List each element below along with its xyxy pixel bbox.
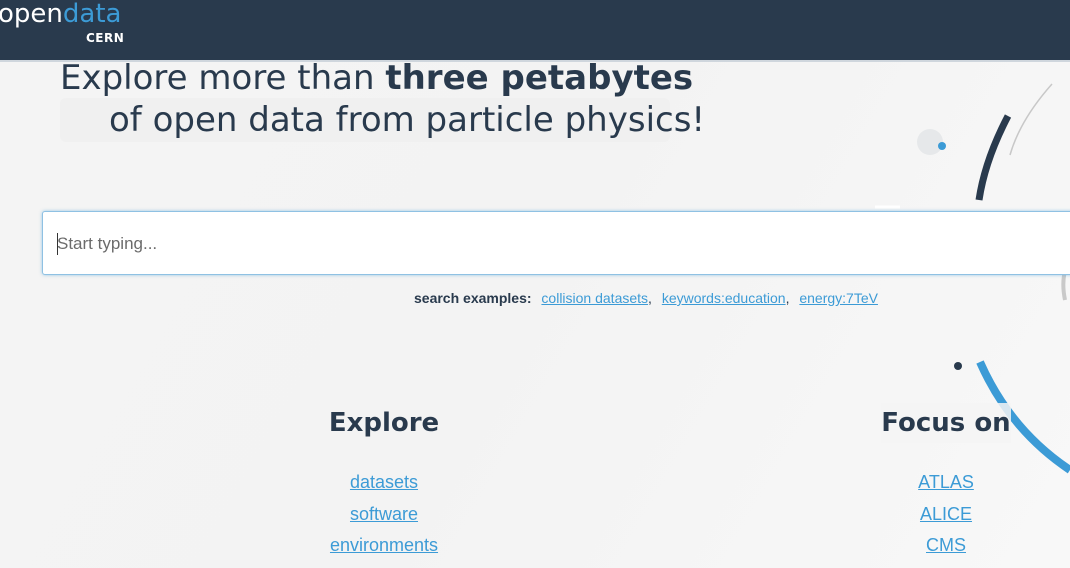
hero-headline-line2: of open data from particle physics! xyxy=(109,100,706,140)
logo-cern-text: CERN xyxy=(86,31,125,45)
search-examples: search examples: collision datasets, key… xyxy=(414,290,878,306)
focus-section: Focus on ATLAS ALICE CMS xyxy=(846,403,1046,562)
top-navbar: opendata CERN xyxy=(0,0,1070,62)
list-item: environments xyxy=(284,530,484,562)
logo-data-text: data xyxy=(62,0,122,29)
explore-section: Explore datasets software environments xyxy=(284,403,484,562)
search-box[interactable] xyxy=(42,211,1070,275)
hero-line1-bold: three petabytes xyxy=(385,58,694,98)
logo-open-text: open xyxy=(0,0,63,29)
example-link-keywords-education[interactable]: keywords:education xyxy=(662,290,786,306)
explore-link-datasets[interactable]: datasets xyxy=(350,472,418,492)
text-caret xyxy=(57,233,58,255)
focus-link-alice[interactable]: ALICE xyxy=(920,504,972,524)
explore-title: Explore xyxy=(328,408,440,438)
opendata-logo[interactable]: opendata CERN xyxy=(0,0,124,44)
focus-link-cms[interactable]: CMS xyxy=(926,535,966,555)
search-examples-label: search examples: xyxy=(414,290,532,306)
search-input[interactable] xyxy=(57,230,957,258)
focus-link-atlas[interactable]: ATLAS xyxy=(918,472,974,492)
example-link-collision-datasets[interactable]: collision datasets xyxy=(541,290,648,306)
list-item: ALICE xyxy=(846,499,1046,531)
explore-link-environments[interactable]: environments xyxy=(330,535,438,555)
list-item: datasets xyxy=(284,467,484,499)
example-separator: , xyxy=(785,290,790,306)
example-separator: , xyxy=(648,290,652,306)
explore-links: datasets software environments xyxy=(284,467,484,562)
example-link-energy-7tev[interactable]: energy:7TeV xyxy=(799,290,878,306)
list-item: CMS xyxy=(846,530,1046,562)
list-item: software xyxy=(284,499,484,531)
explore-link-software[interactable]: software xyxy=(350,504,418,524)
hero-line1-prefix: Explore more than xyxy=(60,58,386,98)
focus-links: ATLAS ALICE CMS xyxy=(846,467,1046,562)
list-item: ATLAS xyxy=(846,467,1046,499)
focus-title: Focus on xyxy=(881,403,1011,443)
hero-headline-line1: Explore more than three petabytes xyxy=(60,58,693,98)
